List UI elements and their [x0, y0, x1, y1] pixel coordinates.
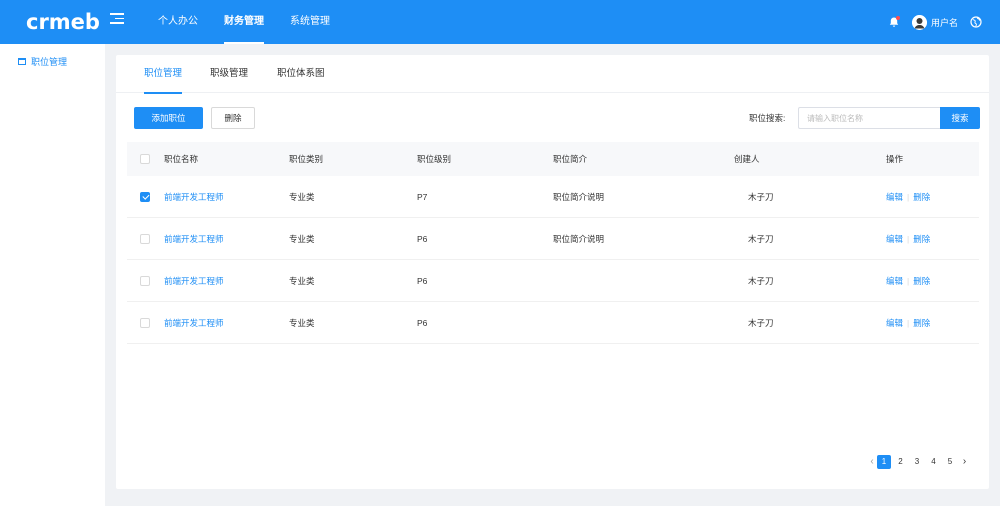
- pagination: ‹ 1 2 3 4 5 ›: [867, 455, 970, 469]
- table-row: 前端开发工程师 专业类 P6 木子刀 编辑 | 删除: [127, 260, 979, 302]
- table-header: 职位名称 职位类别 职位级别 职位简介 创建人 操作: [127, 142, 979, 176]
- action-divider: |: [907, 317, 910, 328]
- menu-toggle-icon[interactable]: [110, 13, 124, 27]
- col-header-name: 职位名称: [164, 154, 199, 164]
- username[interactable]: 用户名: [931, 16, 958, 29]
- position-name-link[interactable]: 前端开发工程师: [164, 302, 224, 343]
- position-category: 专业类: [289, 191, 315, 202]
- delete-link[interactable]: 删除: [913, 317, 930, 329]
- search-label: 职位搜索:: [749, 113, 786, 123]
- table-row: 前端开发工程师 专业类 P6 职位简介说明 木子刀 编辑 | 删除: [127, 218, 979, 260]
- page-1[interactable]: 1: [877, 455, 891, 469]
- header-actions: 用户名: [888, 0, 982, 44]
- action-divider: |: [907, 275, 910, 286]
- position-category: 专业类: [289, 317, 315, 328]
- row-checkbox[interactable]: [140, 233, 150, 244]
- tab-position-management[interactable]: 职位管理: [144, 55, 183, 94]
- position-level: P6: [417, 275, 428, 286]
- chevron-right-icon[interactable]: ›: [960, 455, 970, 469]
- bell-icon[interactable]: [888, 16, 900, 28]
- nav-item-finance[interactable]: 财务管理: [224, 0, 264, 44]
- col-header-creator: 创建人: [734, 154, 760, 164]
- search-button[interactable]: 搜索: [940, 107, 980, 129]
- col-header-intro: 职位简介: [553, 154, 588, 164]
- position-name-link[interactable]: 前端开发工程师: [164, 176, 224, 217]
- edit-link[interactable]: 编辑: [886, 317, 903, 329]
- col-header-actions: 操作: [886, 154, 904, 164]
- position-level: P6: [417, 233, 428, 244]
- col-header-level: 职位级别: [417, 154, 452, 164]
- tab-bar: 职位管理 职级管理 职位体系图: [116, 55, 989, 94]
- globe-icon[interactable]: [970, 16, 982, 28]
- search-input[interactable]: [798, 107, 940, 129]
- delete-link[interactable]: 删除: [913, 191, 930, 203]
- avatar[interactable]: [911, 14, 927, 30]
- sidebar: 职位管理: [0, 44, 105, 506]
- add-position-button[interactable]: 添加职位: [134, 107, 203, 129]
- position-intro: 职位简介说明: [553, 191, 605, 202]
- row-checkbox[interactable]: [140, 275, 150, 286]
- position-category: 专业类: [289, 275, 315, 286]
- sidebar-item-label: 职位管理: [31, 57, 68, 67]
- table-row: 前端开发工程师 专业类 P7 职位简介说明 木子刀 编辑 | 删除: [127, 176, 979, 218]
- table-row: 前端开发工程师 专业类 P6 木子刀 编辑 | 删除: [127, 302, 979, 344]
- col-header-category: 职位类别: [289, 154, 324, 164]
- position-intro: 职位简介说明: [553, 233, 605, 244]
- edit-link[interactable]: 编辑: [886, 191, 903, 203]
- notification-dot: [895, 16, 900, 20]
- action-divider: |: [907, 233, 910, 244]
- page-2[interactable]: 2: [894, 455, 908, 469]
- delete-button[interactable]: 删除: [211, 107, 255, 129]
- row-checkbox[interactable]: [140, 191, 150, 202]
- chevron-left-icon[interactable]: ‹: [867, 455, 877, 469]
- position-creator: 木子刀: [748, 191, 774, 202]
- nav-item-personal-office[interactable]: 个人办公: [158, 0, 198, 44]
- page-4[interactable]: 4: [927, 455, 941, 469]
- position-level: P6: [417, 317, 428, 328]
- nav-item-system[interactable]: 系统管理: [290, 0, 330, 44]
- action-divider: |: [907, 191, 910, 202]
- position-creator: 木子刀: [748, 233, 774, 244]
- position-name-link[interactable]: 前端开发工程师: [164, 218, 224, 259]
- page-5[interactable]: 5: [943, 455, 957, 469]
- positions-table: 职位名称 职位类别 职位级别 职位简介 创建人 操作 前端开发工程师 专业类 P…: [127, 142, 979, 344]
- edit-link[interactable]: 编辑: [886, 233, 903, 245]
- folder-icon: [18, 58, 26, 65]
- row-checkbox[interactable]: [140, 317, 150, 328]
- page-3[interactable]: 3: [910, 455, 924, 469]
- top-header: crmeb 个人办公 财务管理 系统管理 用户名: [0, 0, 1000, 44]
- position-category: 专业类: [289, 233, 315, 244]
- logo[interactable]: crmeb: [26, 10, 100, 34]
- delete-link[interactable]: 删除: [913, 233, 930, 245]
- edit-link[interactable]: 编辑: [886, 275, 903, 287]
- delete-link[interactable]: 删除: [913, 275, 930, 287]
- select-all-checkbox[interactable]: [140, 154, 150, 164]
- position-level: P7: [417, 191, 428, 202]
- position-name-link[interactable]: 前端开发工程师: [164, 260, 224, 301]
- position-creator: 木子刀: [748, 317, 774, 328]
- tab-position-system-chart[interactable]: 职位体系图: [277, 55, 325, 93]
- tab-rank-management[interactable]: 职级管理: [210, 55, 248, 93]
- main-card: 职位管理 职级管理 职位体系图 添加职位 删除 职位搜索: 搜索 职位名称 职位…: [116, 55, 989, 489]
- sidebar-item-position-management[interactable]: 职位管理: [18, 55, 67, 68]
- position-creator: 木子刀: [748, 275, 774, 286]
- top-nav: 个人办公 财务管理 系统管理: [158, 0, 356, 44]
